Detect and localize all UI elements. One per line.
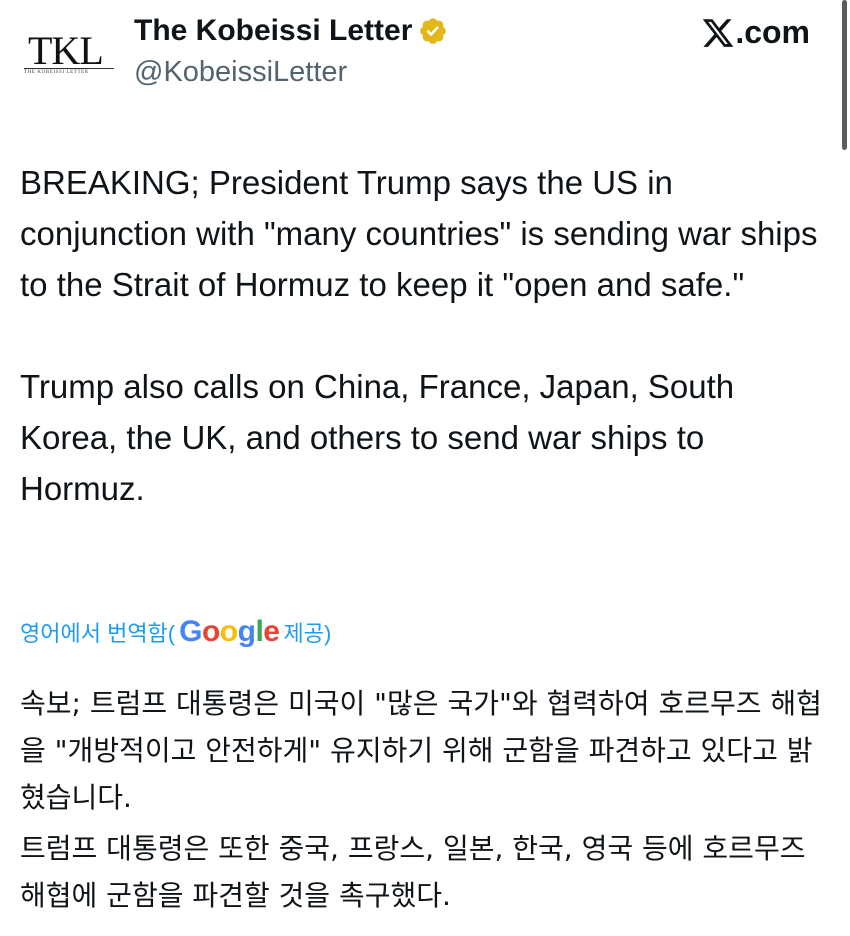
tweet-header: TKL THE KOBEISSI LETTER The Kobeissi Let… xyxy=(0,0,850,110)
handle[interactable]: @KobeissiLetter xyxy=(134,56,347,89)
tweet-paragraph: Trump also calls on China, France, Japan… xyxy=(20,368,735,507)
scrollbar-thumb[interactable] xyxy=(842,0,847,150)
avatar-logo-subtext: THE KOBEISSI LETTER xyxy=(24,68,114,75)
x-com-brand: .com xyxy=(701,14,810,51)
google-logo: Google xyxy=(179,615,280,648)
name-row: The Kobeissi Letter xyxy=(134,14,448,48)
tweet-paragraph: BREAKING; President Trump says the US in… xyxy=(20,164,818,303)
translation-attribution[interactable]: 영어에서 번역함( Google 제공) xyxy=(20,610,331,654)
translated-paragraph: 속보; 트럼프 대통령은 미국이 "많은 국가"와 협력하여 호르무즈 해협을 … xyxy=(20,687,822,814)
display-name[interactable]: The Kobeissi Letter xyxy=(134,14,412,48)
translation-prefix: 영어에서 번역함( xyxy=(20,621,176,646)
scrollbar[interactable] xyxy=(840,0,848,150)
avatar[interactable]: TKL THE KOBEISSI LETTER xyxy=(22,28,114,78)
x-com-text: .com xyxy=(735,14,810,50)
translation-suffix: 제공) xyxy=(283,621,332,646)
verified-badge-icon xyxy=(420,18,447,44)
translated-text: 속보; 트럼프 대통령은 미국이 "많은 국가"와 협력하여 호르무즈 해협을 … xyxy=(20,680,830,919)
x-logo-icon xyxy=(703,18,734,47)
translated-paragraph: 트럼프 대통령은 또한 중국, 프랑스, 일본, 한국, 영국 등에 호르무즈 … xyxy=(20,832,806,912)
tweet-text: BREAKING; President Trump says the US in… xyxy=(20,157,830,514)
